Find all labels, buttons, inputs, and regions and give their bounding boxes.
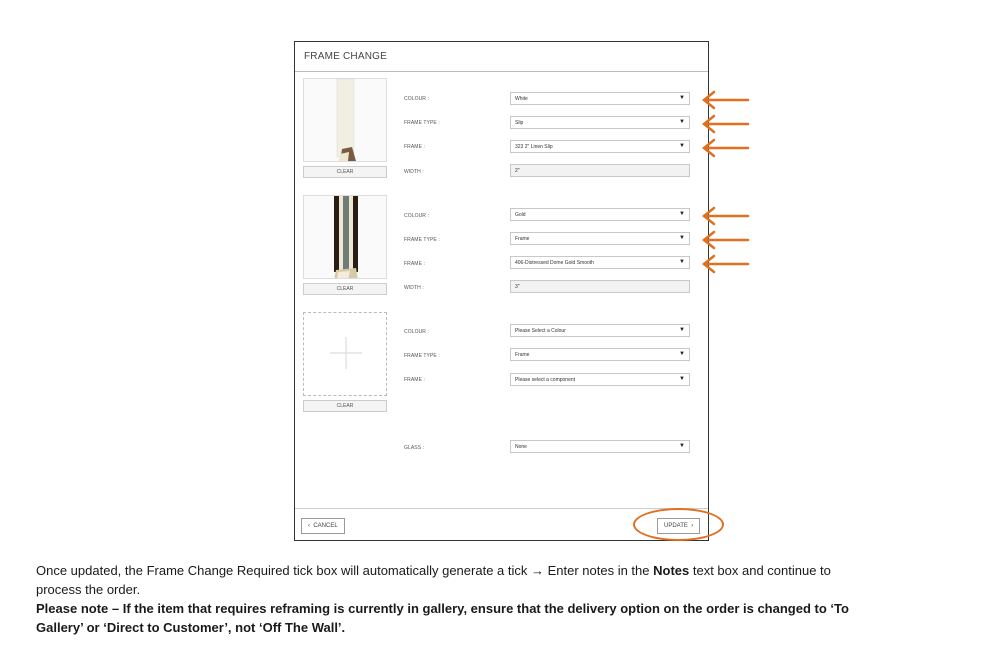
instruction-text: Enter notes in the [543,563,654,578]
arrow-left-icon [701,206,750,274]
frame-type-value: Frame [515,236,530,242]
glass-label: GLASS : [404,445,425,451]
note-text: Please note – If the item that requires … [36,601,849,616]
colour-label: COLOUR : [404,213,429,219]
frame-value: 323 2" Linen Slip [515,144,553,150]
width-value: 2" [515,168,520,174]
width-field[interactable]: 3" [510,280,690,293]
frame-label: FRAME : [404,144,425,150]
please-note-paragraph: Please note – If the item that requires … [36,599,966,637]
colour-label: COLOUR : [404,329,429,335]
arrow-right-icon: → [530,563,544,578]
instruction-text: process the order. [36,582,141,597]
frame-select[interactable]: 406-Distressed Dome Gold Smooth ▼ [510,256,690,269]
width-label: WIDTH : [404,169,424,175]
chevron-left-icon: ‹ [308,523,310,529]
frame-type-select[interactable]: Frame ▼ [510,232,690,245]
frame-type-select[interactable]: Frame ▼ [510,348,690,361]
instruction-paragraph: Once updated, the Frame Change Required … [36,561,966,599]
dropdown-caret-icon: ▼ [679,443,685,449]
frame-change-dialog: FRAME CHANGE CLEAR COLOUR : White ▼ FRAME… [294,41,709,541]
colour-select[interactable]: Please Select a Colour ▼ [510,324,690,337]
instruction-text: text box and continue to [689,563,831,578]
glass-value: None [515,444,527,450]
colour-value: Please Select a Colour [515,328,566,334]
cancel-label: CANCEL [313,523,338,529]
dropdown-caret-icon: ▼ [679,211,685,217]
width-value: 3" [515,284,520,290]
cancel-button[interactable]: ‹ CANCEL [301,518,345,534]
frame-value: 406-Distressed Dome Gold Smooth [515,260,594,266]
width-field[interactable]: 2" [510,164,690,177]
notes-emphasis: Notes [653,563,690,578]
dropdown-caret-icon: ▼ [679,259,685,265]
frame-type-select[interactable]: Slip ▼ [510,116,690,129]
dropdown-caret-icon: ▼ [679,235,685,241]
dropdown-caret-icon: ▼ [679,376,685,382]
colour-label: COLOUR : [404,96,429,102]
add-frame-placeholder[interactable] [303,312,387,396]
clear-button[interactable]: CLEAR [303,400,387,412]
clear-button[interactable]: CLEAR [303,283,387,295]
colour-value: Gold [515,212,526,218]
width-label: WIDTH : [404,285,424,291]
update-highlight-ring [633,508,724,541]
frame-label: FRAME : [404,261,425,267]
frame-type-label: FRAME TYPE : [404,120,440,126]
colour-value: White [515,96,528,102]
frame-label: FRAME : [404,377,425,383]
clear-button[interactable]: CLEAR [303,166,387,178]
plus-icon [330,337,362,369]
frame-type-label: FRAME TYPE : [404,353,440,359]
arrow-left-icon [701,90,750,158]
instruction-text: Once updated, the Frame Change Required … [36,563,531,578]
dropdown-caret-icon: ▼ [679,119,685,125]
frame-preview-image [303,78,387,162]
frame-select[interactable]: Please select a component ▼ [510,373,690,386]
frame-select[interactable]: 323 2" Linen Slip ▼ [510,140,690,153]
glass-select[interactable]: None ▼ [510,440,690,453]
colour-select[interactable]: Gold ▼ [510,208,690,221]
frame-type-value: Frame [515,352,530,358]
dialog-title: FRAME CHANGE [295,42,708,72]
frame-type-value: Slip [515,120,524,126]
dropdown-caret-icon: ▼ [679,95,685,101]
footer-divider [295,508,708,509]
frame-type-label: FRAME TYPE : [404,237,440,243]
dropdown-caret-icon: ▼ [679,327,685,333]
dropdown-caret-icon: ▼ [679,143,685,149]
frame-value: Please select a component [515,377,576,383]
frame-preview-image [303,195,387,279]
dropdown-caret-icon: ▼ [679,351,685,357]
colour-select[interactable]: White ▼ [510,92,690,105]
note-text: Gallery’ or ‘Direct to Customer’, not ‘O… [36,620,346,635]
